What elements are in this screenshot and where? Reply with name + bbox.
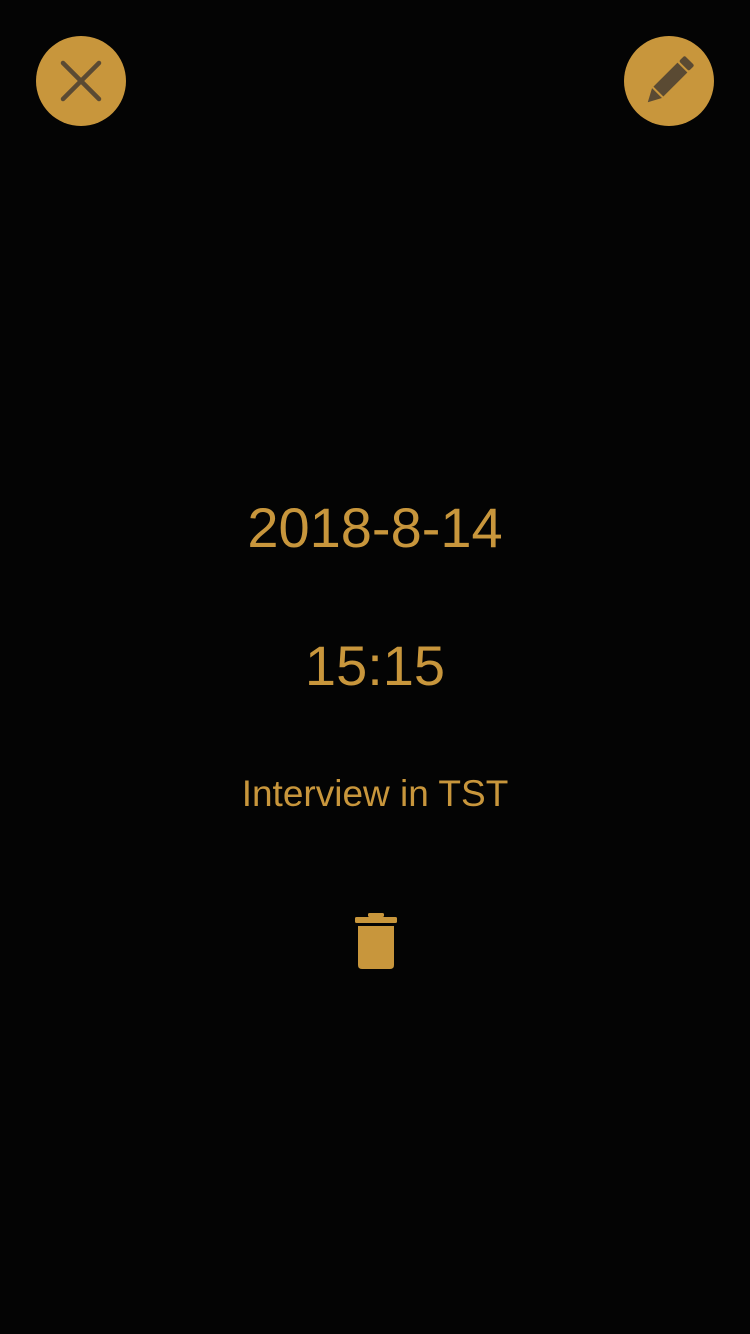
pencil-icon — [647, 56, 694, 103]
edit-button[interactable] — [624, 36, 714, 126]
event-date: 2018-8-14 — [247, 496, 503, 559]
trash-icon — [355, 913, 397, 969]
event-title: Interview in TST — [241, 773, 509, 814]
close-icon — [60, 60, 102, 102]
delete-button[interactable] — [346, 908, 406, 974]
event-time: 15:15 — [304, 634, 446, 697]
close-button[interactable] — [36, 36, 126, 126]
